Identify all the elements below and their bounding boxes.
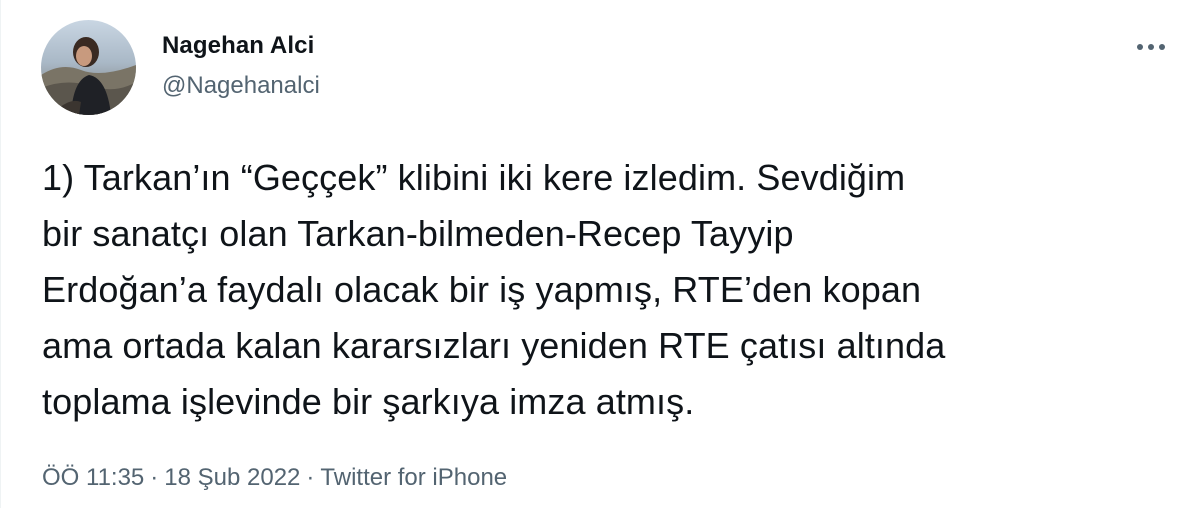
tweet-card: Nagehan Alci @Nagehanalci 1) Tarkan’ın “… — [0, 0, 1200, 508]
tweet-meta: ÖÖ 11:35 · 18 Şub 2022 · Twitter for iPhone — [42, 462, 507, 494]
profile-photo-icon — [41, 20, 136, 115]
tweet-text-line: bir sanatçı olan Tarkan-bilmeden-Recep T… — [42, 213, 794, 254]
tweet-text-line: 1) Tarkan’ın “Geççek” klibini iki kere i… — [42, 157, 906, 198]
tweet-text: 1) Tarkan’ın “Geççek” klibini iki kere i… — [42, 150, 1182, 430]
tweet-text-line: ama ortada kalan kararsızları yeniden RT… — [42, 325, 946, 366]
tweet-text-line: toplama işlevinde bir şarkıya imza atmış… — [42, 381, 695, 422]
tweet-date[interactable]: 18 Şub 2022 — [164, 464, 300, 491]
avatar[interactable] — [41, 20, 136, 115]
meta-separator: · — [150, 464, 159, 491]
tweet-source[interactable]: Twitter for iPhone — [320, 464, 507, 491]
tweet-text-line: Erdoğan’a faydalı olacak bir iş yapmış, … — [42, 269, 922, 310]
display-name[interactable]: Nagehan Alci — [162, 30, 320, 62]
user-handle[interactable]: @Nagehanalci — [162, 70, 320, 102]
meta-separator: · — [306, 464, 315, 491]
more-horizontal-icon — [1137, 44, 1165, 50]
author-block: Nagehan Alci @Nagehanalci — [162, 30, 320, 102]
tweet-time[interactable]: ÖÖ 11:35 — [42, 464, 144, 491]
more-options-button[interactable] — [1131, 32, 1171, 62]
